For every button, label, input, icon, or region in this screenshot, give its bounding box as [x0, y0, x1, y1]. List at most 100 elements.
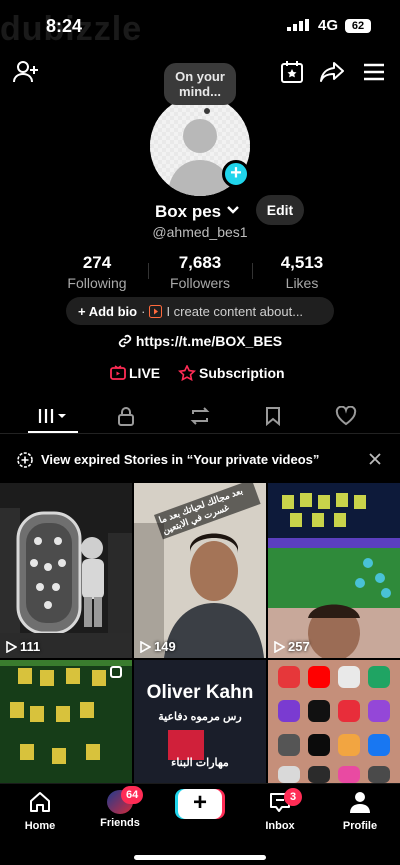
nav-home[interactable]: Home — [5, 790, 75, 832]
close-icon[interactable] — [369, 453, 381, 465]
tab-videos[interactable] — [24, 400, 84, 432]
create-post-button[interactable]: + — [178, 789, 222, 819]
subscription-star-icon — [177, 364, 197, 382]
lock-icon — [118, 407, 134, 426]
bio-bar[interactable]: + Add bio · I create content about... — [66, 297, 334, 325]
video-thumbnail[interactable]: 111 — [0, 483, 132, 658]
video-thumbnail[interactable] — [268, 660, 400, 783]
stat-followers-label: Followers — [170, 275, 230, 291]
video-thumbnail[interactable]: 257 — [268, 483, 400, 658]
username: @ahmed_bes1 — [152, 224, 248, 240]
thumbnail-art — [268, 660, 400, 783]
thumbnail-art — [0, 660, 132, 783]
thumbnail-title: Oliver Kahn — [146, 682, 254, 703]
bubble-tail — [204, 108, 210, 114]
battery-indicator: 62 — [345, 19, 371, 33]
stat-likes-count: 4,513 — [280, 253, 324, 272]
stat-following-count: 274 — [82, 253, 112, 272]
profile-name-row: Box pes — [0, 200, 400, 222]
subscription-label: Subscription — [199, 365, 285, 381]
stat-followers[interactable]: 7,683 Followers — [150, 253, 250, 291]
add-photo-button[interactable]: + — [222, 160, 250, 188]
profile-name[interactable]: Box pes — [155, 202, 221, 222]
subscription-button[interactable]: Subscription — [177, 364, 285, 382]
inbox-badge: 3 — [284, 788, 302, 806]
stat-likes-label: Likes — [285, 275, 319, 291]
add-friend-icon[interactable] — [12, 58, 40, 86]
creator-calendar-icon[interactable] — [278, 58, 306, 86]
live-icon — [110, 365, 126, 380]
expired-stories-banner[interactable]: View expired Stories in “Your private vi… — [0, 446, 400, 474]
home-indicator — [134, 855, 266, 860]
video-grid: 111 بعد مجالك لحياتك بعد ما غسرت في الاب… — [0, 483, 400, 783]
add-bio-link[interactable]: + Add bio — [78, 304, 137, 319]
stat-likes[interactable]: 4,513 Likes — [252, 253, 352, 291]
profile-stats: 274 Following 7,683 Followers 4,513 Like… — [0, 253, 400, 293]
home-icon — [30, 792, 50, 812]
stat-followers-count: 7,683 — [178, 253, 222, 272]
status-note-bubble[interactable]: On your mind... — [164, 63, 236, 105]
bio-text: I create content about... — [166, 303, 304, 319]
video-thumbnail[interactable]: بعد مجالك لحياتك بعد ما غسرت في الابتعين… — [134, 483, 266, 658]
view-count-text: 149 — [154, 639, 176, 654]
view-count: 149 — [140, 639, 176, 654]
play-icon — [274, 640, 285, 653]
live-button[interactable]: LIVE — [110, 365, 160, 381]
bubble-line-2: mind... — [179, 84, 221, 99]
stat-following-label: Following — [67, 275, 127, 291]
banner-text: View expired Stories in “Your private vi… — [41, 452, 320, 467]
nav-friends-label: Friends — [100, 817, 140, 829]
tab-liked[interactable] — [316, 400, 376, 432]
tab-favorites[interactable] — [243, 400, 303, 432]
tab-reposts[interactable] — [170, 400, 230, 432]
nav-inbox-label: Inbox — [265, 820, 295, 832]
add-story-icon — [17, 452, 33, 468]
menu-icon[interactable] — [360, 58, 388, 86]
friends-badge: 64 — [121, 786, 144, 804]
play-icon — [6, 640, 17, 653]
network-type: 4G — [318, 17, 339, 34]
repost-icon — [190, 407, 210, 425]
edit-profile-button[interactable]: Edit — [256, 195, 304, 225]
status-time: 8:24 — [46, 16, 83, 36]
content-tabs — [0, 400, 400, 434]
bottom-nav: Home Friends 64 + Inbox 3 Profile — [0, 783, 400, 865]
status-bar: dubizzle 8:24 4G 62 — [0, 0, 400, 50]
live-subscription-row: LIVE Subscription — [0, 364, 400, 385]
video-thumbnail[interactable] — [0, 660, 132, 783]
thumbnail-subtitle: رس مرموه دفاعية — [158, 711, 242, 723]
heart-icon — [335, 406, 357, 426]
thumbnail-subtitle-2: مهارات البناء — [171, 757, 229, 769]
thumbnail-art — [0, 483, 132, 658]
view-count: 257 — [274, 639, 310, 654]
profile-link-text: https://t.me/BOX_BES — [135, 333, 283, 349]
chevron-down-icon[interactable] — [226, 204, 240, 216]
view-count: 111 — [6, 639, 40, 654]
nav-home-label: Home — [24, 820, 56, 832]
share-icon[interactable] — [318, 58, 346, 86]
view-count-text: 111 — [20, 639, 41, 654]
nav-profile[interactable]: Profile — [325, 790, 395, 832]
stat-following[interactable]: 274 Following — [47, 253, 147, 291]
nav-profile-label: Profile — [342, 820, 378, 832]
thumbnail-art — [268, 483, 400, 658]
tab-private[interactable] — [96, 400, 156, 432]
active-tab-indicator — [28, 431, 78, 433]
play-icon — [140, 640, 151, 653]
live-label: LIVE — [129, 365, 161, 381]
profile-icon — [350, 792, 370, 813]
bubble-line-1: On your — [175, 69, 225, 84]
video-thumbnail[interactable]: Oliver Kahn رس مرموه دفاعية مهارات البنا… — [134, 660, 266, 783]
creator-tag-icon — [149, 304, 163, 318]
nav-friends[interactable]: Friends 64 — [85, 786, 155, 829]
view-count-text: 257 — [288, 639, 310, 654]
bio-separator: · — [141, 303, 146, 319]
signal-icon — [287, 19, 309, 31]
multi-photo-icon — [110, 666, 122, 678]
bookmark-icon — [266, 407, 280, 426]
divider — [148, 263, 149, 279]
link-icon — [118, 334, 132, 348]
profile-link[interactable]: https://t.me/BOX_BES — [0, 333, 400, 349]
videos-grid-icon — [38, 409, 66, 423]
nav-inbox[interactable]: Inbox 3 — [245, 788, 315, 832]
